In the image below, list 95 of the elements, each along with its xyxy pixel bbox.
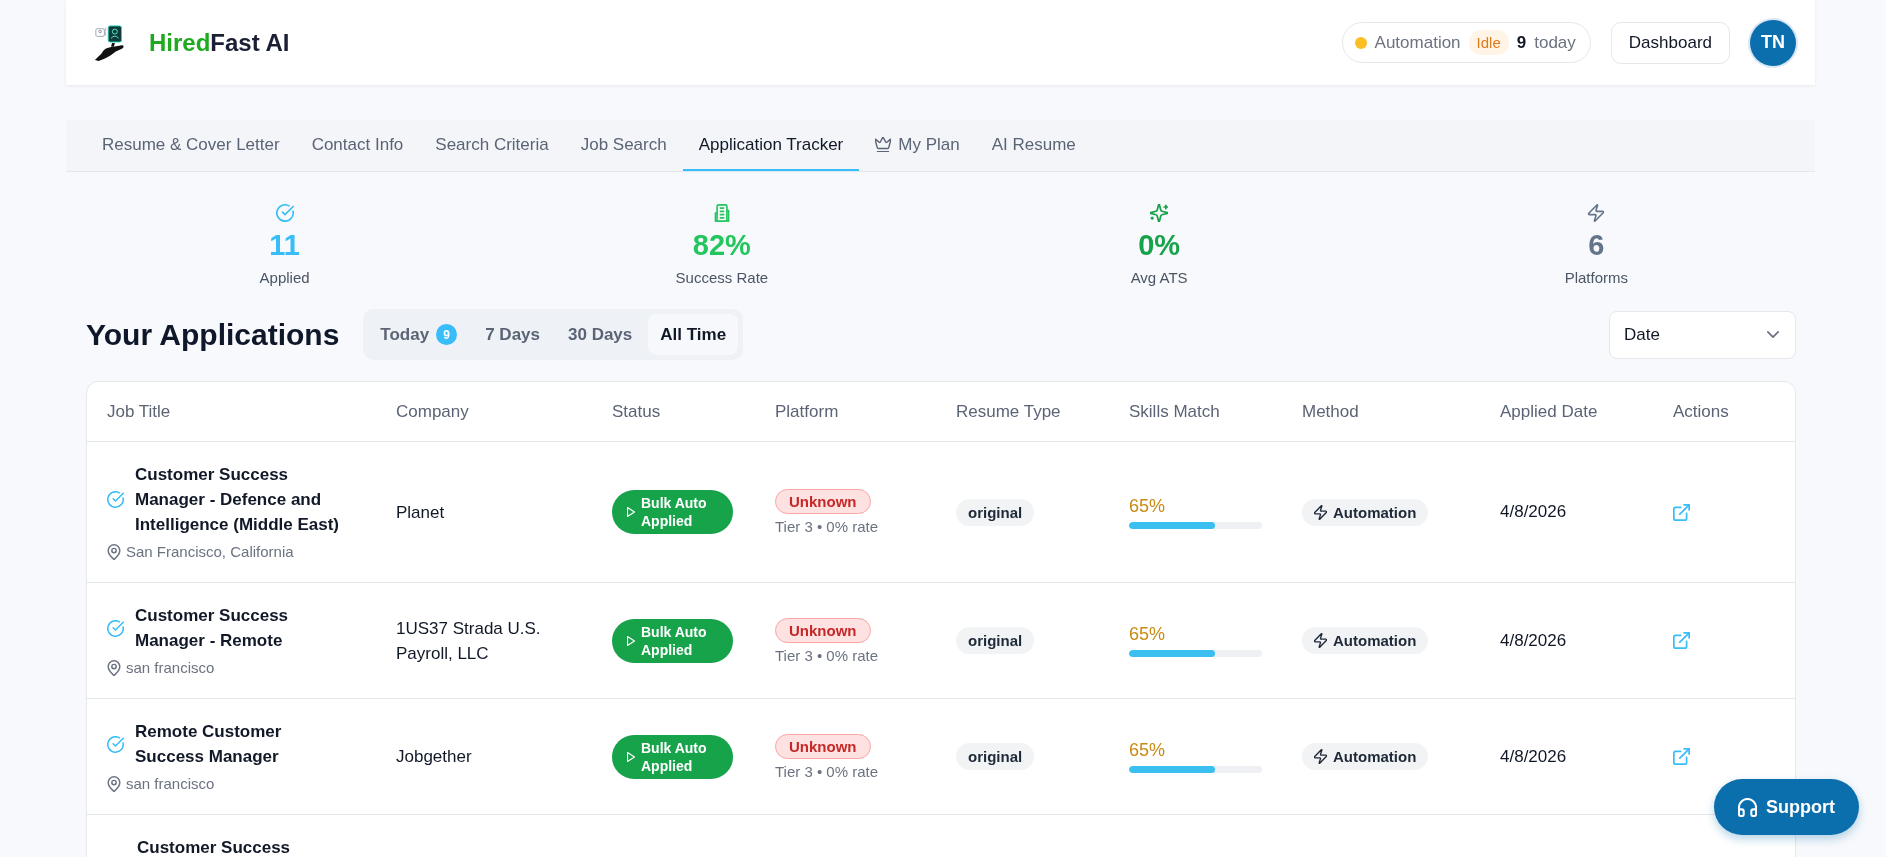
column-header: Actions bbox=[1672, 401, 1730, 422]
automation-status-pill[interactable]: Automation Idle 9 today bbox=[1341, 22, 1591, 63]
resume-type-badge: original bbox=[956, 627, 1035, 654]
tab[interactable]: AI Resume bbox=[975, 120, 1092, 171]
lightning-icon bbox=[1587, 204, 1606, 222]
stat-value: 6 bbox=[1588, 228, 1605, 262]
job-location: san francisco bbox=[126, 658, 215, 678]
company-name: Jobgether bbox=[396, 746, 472, 768]
filter-tab[interactable]: Today 9 bbox=[368, 314, 470, 355]
today-count: 9 bbox=[1516, 32, 1527, 53]
dashboard-button[interactable]: Dashboard bbox=[1610, 21, 1730, 64]
column-header: Applied Date bbox=[1499, 401, 1599, 422]
headphones-icon bbox=[1738, 797, 1757, 817]
job-title: Customer Success bbox=[137, 837, 292, 857]
play-icon bbox=[627, 507, 635, 517]
job-location: san francisco bbox=[126, 774, 215, 794]
play-icon bbox=[627, 635, 635, 646]
job-title: Customer Success Manager - Defence and Intelligence (Middle East) bbox=[135, 464, 341, 536]
skills-match-value: 65% bbox=[1129, 495, 1166, 517]
map-pin-icon bbox=[107, 543, 121, 560]
today-label: today bbox=[1534, 32, 1576, 53]
column-header: Method bbox=[1301, 401, 1360, 422]
sort-value: Date bbox=[1624, 324, 1660, 345]
lightning-icon bbox=[1314, 749, 1327, 764]
status-badge: Bulk Auto Applied bbox=[612, 618, 733, 663]
resume-type-badge: original bbox=[956, 498, 1035, 526]
platform-badge: Unknown bbox=[775, 733, 871, 759]
idle-status-badge: Idle bbox=[1468, 30, 1509, 55]
stat-label: Avg ATS bbox=[1130, 268, 1188, 288]
stat-label: Success Rate bbox=[675, 268, 769, 288]
filter-tab[interactable]: 7 Days bbox=[473, 314, 552, 355]
job-location: San Francisco, California bbox=[126, 542, 294, 562]
external-link-icon[interactable] bbox=[1673, 748, 1690, 765]
count-badge: 9 bbox=[436, 324, 458, 345]
stat-label: Platforms bbox=[1564, 268, 1629, 288]
tab[interactable]: Resume & Cover Letter bbox=[86, 120, 296, 171]
column-header: Company bbox=[395, 401, 470, 422]
applied-date: 4/8/2026 bbox=[1500, 746, 1567, 767]
check-circle-icon bbox=[107, 619, 124, 637]
status-badge: Bulk Auto Applied bbox=[612, 490, 733, 534]
skills-match-value: 65% bbox=[1129, 624, 1166, 645]
job-title: Customer Success Manager - Remote bbox=[135, 605, 290, 652]
map-pin-icon bbox=[107, 775, 121, 792]
column-header: Resume Type bbox=[955, 401, 1062, 422]
company-name: Planet bbox=[396, 501, 445, 524]
status-badge: Bulk Auto Applied bbox=[612, 734, 733, 779]
platform-note: Tier 3 • 0% rate bbox=[775, 646, 879, 664]
method-badge: Automation bbox=[1302, 743, 1429, 770]
platform-note: Tier 3 • 0% rate bbox=[775, 762, 879, 780]
map-pin-icon bbox=[107, 659, 121, 676]
crown-icon bbox=[875, 137, 892, 152]
tab[interactable]: Contact Info bbox=[295, 120, 420, 171]
method-badge: Automation bbox=[1302, 627, 1429, 654]
method-badge: Automation bbox=[1302, 498, 1429, 526]
tab[interactable]: Job Search bbox=[564, 120, 683, 171]
sort-select[interactable]: Date bbox=[1609, 310, 1796, 359]
company-name: 1US37 Strada U.S. Payroll, LLC bbox=[396, 617, 542, 665]
automation-label: Automation bbox=[1374, 32, 1461, 53]
stat-label: Applied bbox=[259, 268, 310, 288]
skills-match-value: 65% bbox=[1129, 740, 1166, 761]
check-circle-icon bbox=[107, 491, 124, 508]
support-button[interactable]: Support bbox=[1714, 779, 1859, 835]
applied-date: 4/8/2026 bbox=[1500, 630, 1567, 651]
resume-type-badge: original bbox=[956, 743, 1035, 770]
column-header: Status bbox=[611, 401, 662, 422]
external-link-icon[interactable] bbox=[1673, 632, 1690, 649]
check-circle-icon bbox=[275, 204, 294, 222]
status-dot-icon bbox=[1354, 36, 1367, 49]
stat-value: 11 bbox=[269, 228, 300, 262]
building-icon bbox=[712, 204, 731, 222]
tab[interactable]: My Plan bbox=[859, 120, 976, 171]
tab[interactable]: Search Criteria bbox=[419, 120, 565, 171]
tab[interactable]: Application Tracker bbox=[682, 120, 860, 171]
stat-value: 82% bbox=[692, 228, 751, 262]
filter-tab[interactable]: 30 Days bbox=[556, 314, 645, 355]
play-icon bbox=[627, 751, 635, 762]
platform-note: Tier 3 • 0% rate bbox=[775, 518, 879, 535]
external-link-icon[interactable] bbox=[1673, 503, 1690, 521]
column-header: Skills Match bbox=[1128, 401, 1221, 422]
column-header: Job Title bbox=[106, 401, 172, 422]
sparkles-icon bbox=[1150, 204, 1169, 222]
platform-badge: Unknown bbox=[775, 617, 871, 643]
chevron-down-icon bbox=[1767, 331, 1779, 338]
platform-badge: Unknown bbox=[775, 489, 871, 514]
filter-tab[interactable]: All Time bbox=[648, 314, 739, 355]
brand-name: HiredFast AI bbox=[149, 28, 290, 57]
lightning-icon bbox=[1314, 504, 1327, 520]
check-circle-icon bbox=[107, 735, 124, 753]
stat-value: 0% bbox=[1138, 228, 1181, 262]
user-avatar[interactable]: TN bbox=[1750, 19, 1796, 66]
section-title: Your Applications bbox=[86, 317, 340, 352]
column-header: Platform bbox=[774, 401, 840, 422]
lightning-icon bbox=[1314, 633, 1327, 648]
job-title: Remote Customer Success Manager bbox=[135, 721, 283, 768]
applied-date: 4/8/2026 bbox=[1500, 502, 1567, 522]
